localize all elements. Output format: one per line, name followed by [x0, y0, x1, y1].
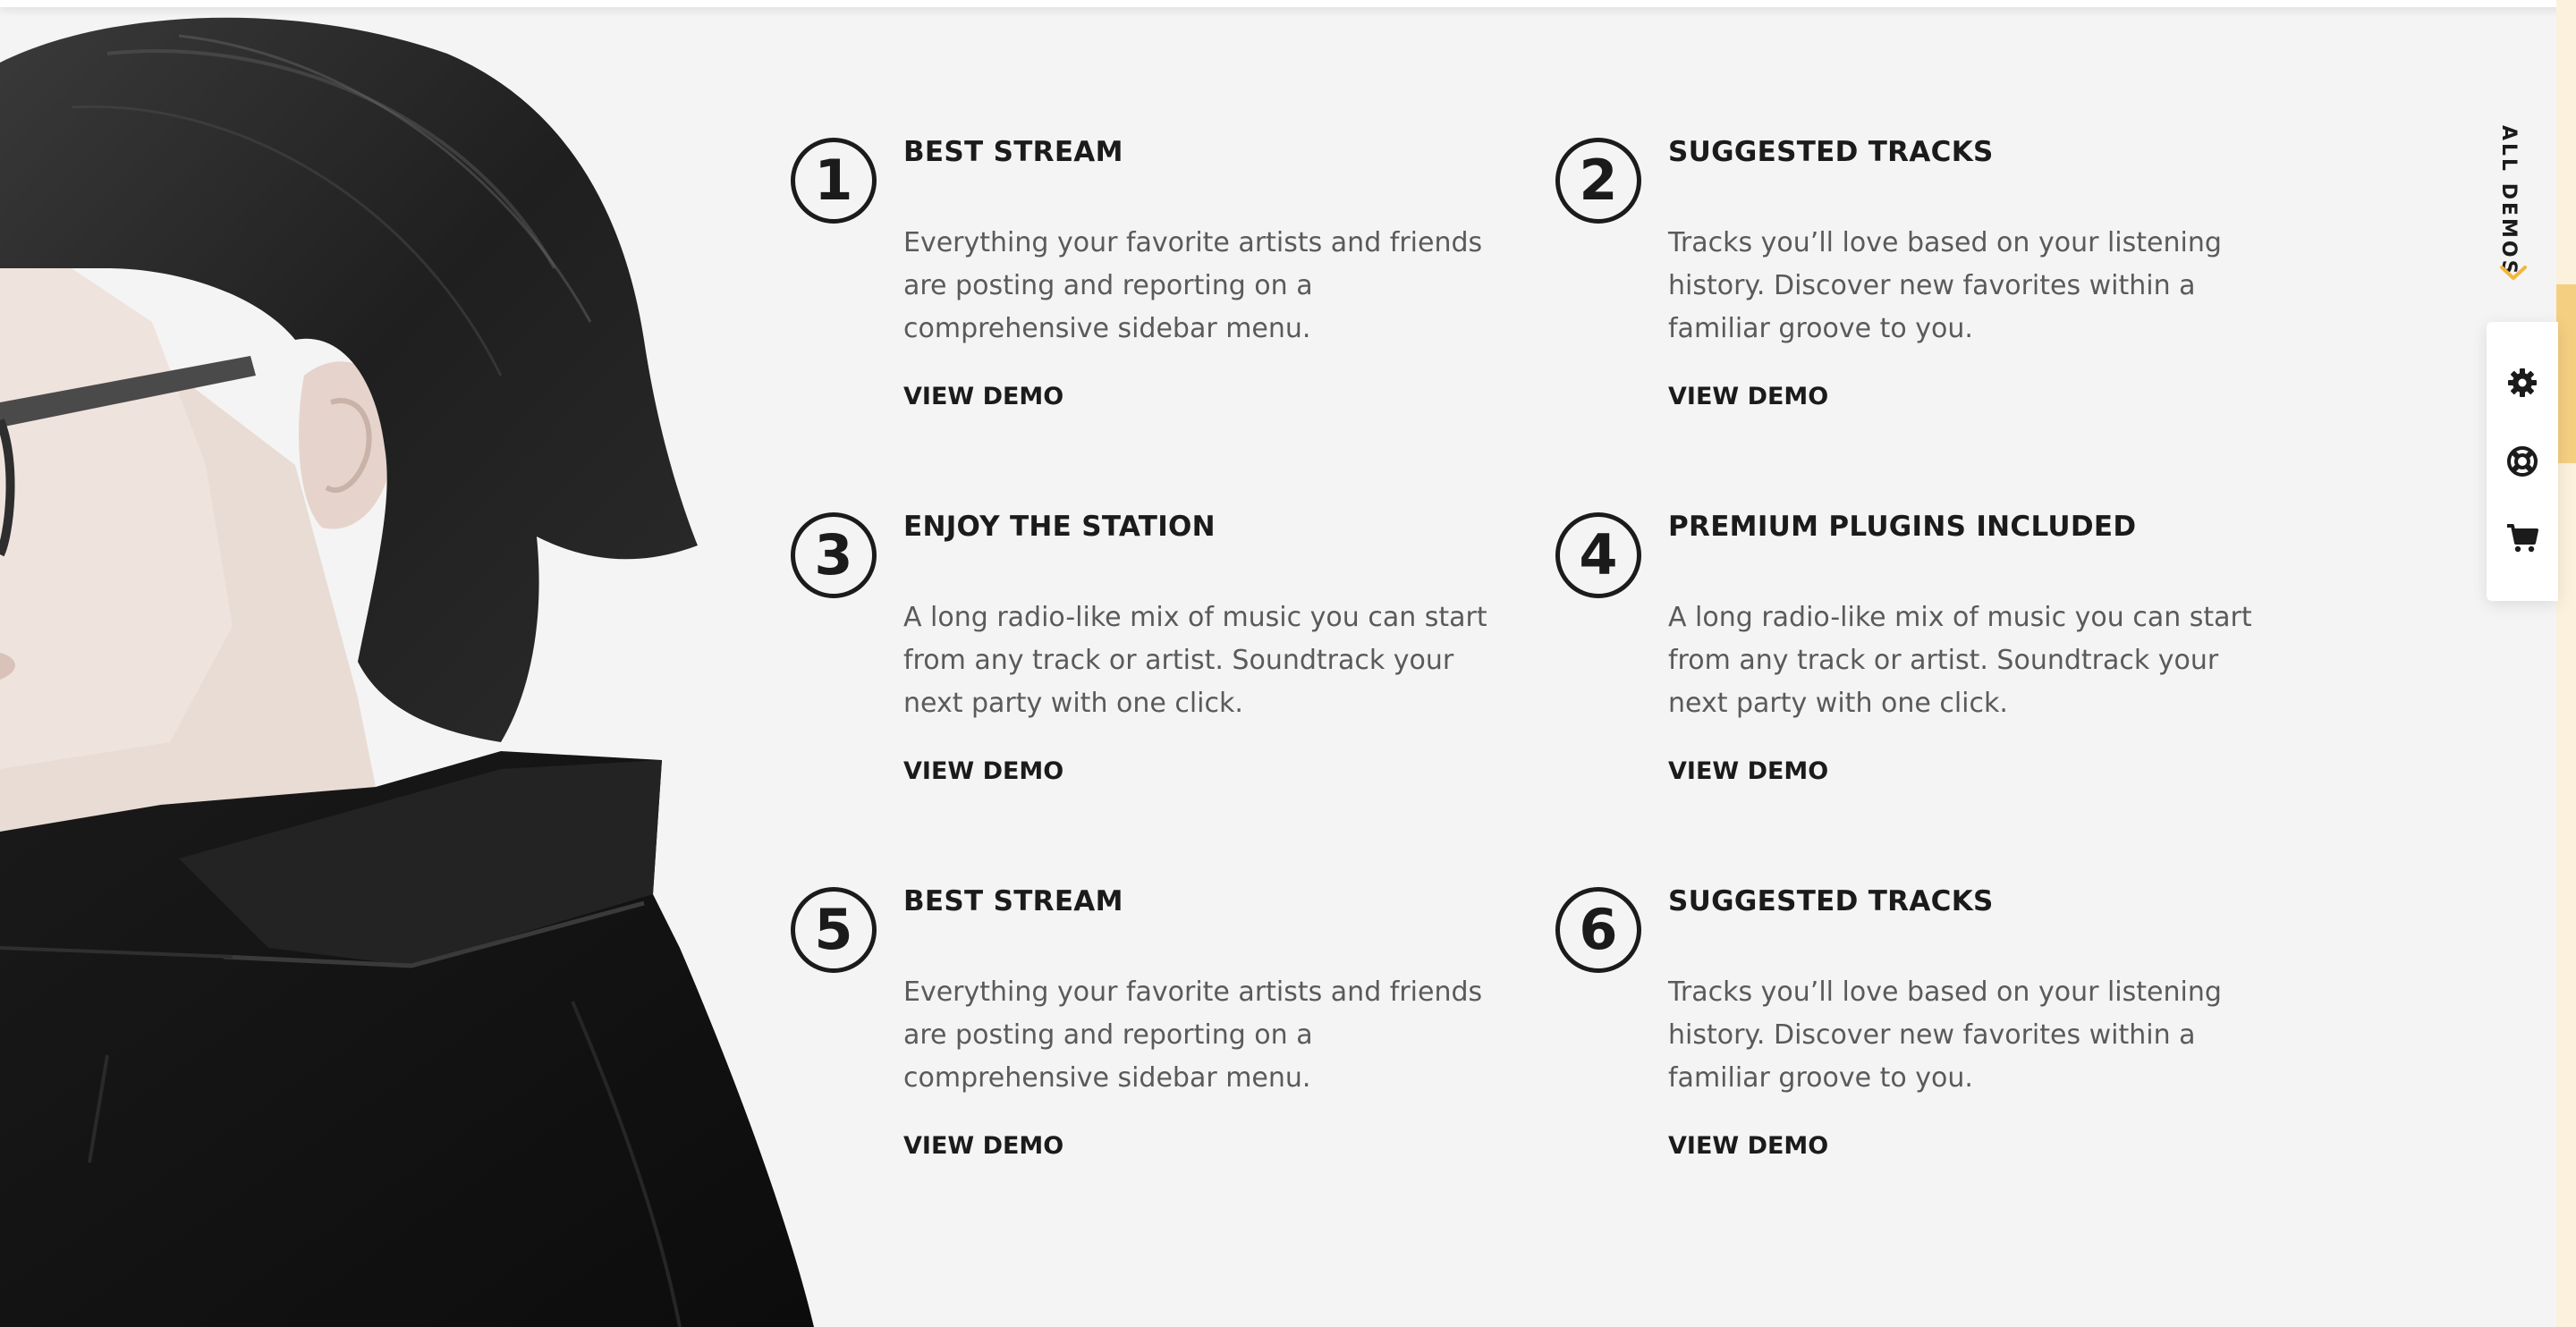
view-demo-link[interactable]: VIEW DEMO [903, 383, 1063, 410]
all-demos-toggle[interactable]: ALL DEMOS [2496, 125, 2531, 295]
number-badge: 1 [791, 138, 877, 224]
top-bar [0, 0, 2576, 7]
feature-title: SUGGESTED TRACKS [1668, 136, 1994, 168]
number-badge: 5 [791, 887, 877, 973]
gear-icon [2508, 368, 2537, 397]
feature-description: Tracks you’ll love based on your listeni… [1668, 227, 2222, 344]
number-badge: 4 [1555, 512, 1641, 598]
feature-title: BEST STREAM [903, 136, 1123, 168]
cart-button[interactable] [2504, 520, 2540, 556]
right-edge-accent [2556, 284, 2576, 463]
all-demos-label: ALL DEMOS [2497, 125, 2520, 277]
feature-title: PREMIUM PLUGINS INCLUDED [1668, 511, 2137, 543]
chevron-down-icon [2500, 266, 2527, 280]
feature-description: Everything your favorite artists and fri… [903, 227, 1483, 344]
settings-button[interactable] [2504, 365, 2540, 401]
feature-title: BEST STREAM [903, 885, 1123, 917]
feature-description: A long radio-like mix of music you can s… [1668, 602, 2252, 719]
side-toolbar [2487, 322, 2558, 601]
number-badge: 3 [791, 512, 877, 598]
view-demo-link[interactable]: VIEW DEMO [1668, 757, 1828, 785]
feature-description: Everything your favorite artists and fri… [903, 976, 1483, 1094]
view-demo-link[interactable]: VIEW DEMO [903, 757, 1063, 785]
support-button[interactable] [2504, 444, 2540, 479]
right-edge-strip [2556, 0, 2576, 1327]
view-demo-link[interactable]: VIEW DEMO [1668, 1132, 1828, 1160]
view-demo-link[interactable]: VIEW DEMO [1668, 383, 1828, 410]
lifebuoy-icon [2507, 446, 2538, 477]
view-demo-link[interactable]: VIEW DEMO [903, 1132, 1063, 1160]
feature-title: ENJOY THE STATION [903, 511, 1216, 543]
feature-title: SUGGESTED TRACKS [1668, 885, 1994, 917]
cart-icon [2507, 524, 2538, 553]
features-grid: 1 BEST STREAM Everything your favorite a… [0, 0, 2415, 1327]
feature-description: A long radio-like mix of music you can s… [903, 602, 1487, 719]
feature-description: Tracks you’ll love based on your listeni… [1668, 976, 2222, 1094]
number-badge: 6 [1555, 887, 1641, 973]
number-badge: 2 [1555, 138, 1641, 224]
